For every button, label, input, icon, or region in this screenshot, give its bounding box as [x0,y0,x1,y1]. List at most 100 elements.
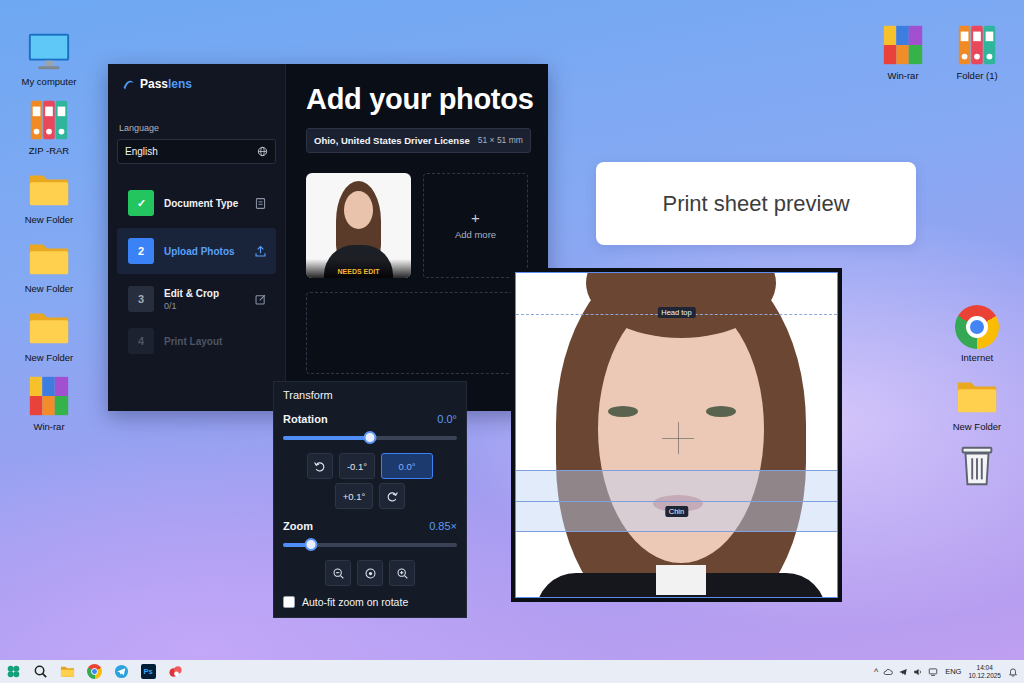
taskbar-app[interactable]: Ps [140,664,156,680]
desktop-icon[interactable] [938,442,1016,511]
zoom-reset-button[interactable] [357,560,383,586]
add-more-button[interactable]: +Add more [423,173,528,278]
desktop-icon-group: Internet New Folder [938,304,1016,511]
photo-card[interactable]: NEEDS EDIT [306,173,411,278]
zoom-out-button[interactable] [325,560,351,586]
monitor-icon [26,28,72,74]
speaker-icon[interactable] [913,667,923,677]
step-text: Upload Photos [164,246,244,257]
taskbar-app[interactable] [167,664,183,680]
taskbar: Ps ^ ENG 14:0410.12.2025 [0,660,1024,683]
step-label: Edit & Crop [164,288,244,299]
document-icon [254,197,267,210]
rotate-right-button[interactable] [379,483,405,509]
step-number: 3 [128,286,154,312]
telegram-tray-icon[interactable] [898,667,908,677]
step-item[interactable]: 2 Upload Photos [117,228,276,274]
photo[interactable]: Head topChin [515,272,838,598]
rotate-right-icon [386,490,399,503]
rotation-step-button[interactable]: +0.1° [335,483,374,509]
upload-icon [254,245,267,258]
taskbar-app[interactable] [59,664,75,680]
taskbar-app[interactable] [86,664,102,680]
chrome-core [91,668,98,675]
main-panel: Add your photosOhio, United States Drive… [286,64,548,411]
language-value: English [125,146,158,157]
desktop-icon[interactable]: New Folder [10,166,88,235]
document-name: Ohio, United States Driver License [314,135,470,146]
desktop-icon-group: My computerZIP -RARNew FolderNew FolderN… [10,28,88,442]
clock[interactable]: 14:0410.12.2025 [968,664,1001,679]
folder-icon [954,373,1000,419]
language-label: Language [117,123,276,133]
rotation-reset-button[interactable]: 0.0° [381,453,433,479]
step-item[interactable]: ✓Document Type [117,186,276,220]
taskbar-app[interactable] [113,664,129,680]
language-select[interactable]: English [117,139,276,164]
desktop-icon[interactable]: My computer [10,28,88,97]
autofit-checkbox-row[interactable]: Auto-fit zoom on rotate [283,596,457,608]
binders-icon [26,97,72,143]
autofit-checkbox[interactable] [283,596,295,608]
desktop-icon[interactable]: New Folder [10,235,88,304]
chrome-icon [955,305,999,349]
logo-swirl-icon [122,78,135,91]
zoom-in-button[interactable] [389,560,415,586]
taskbar-app[interactable] [5,664,21,680]
binders-icon [954,22,1000,68]
desktop-icon[interactable]: Win-rar [10,373,88,442]
chin-guide[interactable] [516,470,837,532]
desktop-icon[interactable]: New Folder [938,373,1016,442]
desktop-icon[interactable]: Win-rar [866,22,940,91]
start-icon [6,664,21,679]
step-progress: 0/1 [164,301,244,311]
desktop-icon-label: Internet [961,352,993,363]
zoom-slider[interactable] [283,538,457,552]
rotation-slider[interactable] [283,431,457,445]
slider-thumb[interactable] [304,538,317,551]
step-item[interactable]: 3 Edit & Crop 0/1 [117,282,276,316]
rotation-label: Rotation [283,413,328,425]
desktop-icon-label: New Folder [25,283,74,294]
sidebar: Passlens Language English ✓Document Type 2 Up… [108,64,286,411]
step-label: Document Type [164,198,244,209]
chin-line [516,501,837,502]
slider-thumb[interactable] [364,431,377,444]
desktop-icon[interactable]: New Folder [10,304,88,373]
logo-part: lens [168,77,192,91]
system-tray: ^ ENG 14:0410.12.2025 [874,664,1018,679]
rotate-left-button[interactable] [307,453,333,479]
step-number: 2 [128,238,154,264]
taskbar-app[interactable] [32,664,48,680]
add-more-label: Add more [455,229,496,240]
photo-grid: NEEDS EDIT+Add more [306,173,546,278]
desktop-canvas: My computerZIP -RARNew FolderNew FolderN… [0,0,1024,660]
desktop: My computerZIP -RARNew FolderNew FolderN… [0,0,1024,683]
slider-fill [283,436,370,440]
desktop-icon-label: Folder (1) [956,70,997,81]
bell-icon[interactable] [1008,667,1018,677]
input-language[interactable]: ENG [945,667,961,676]
rotation-step-button[interactable]: -0.1° [339,453,375,479]
desktop-icon[interactable]: ZIP -RAR [10,97,88,166]
archive-icon [26,373,72,419]
document-size: 51 × 51 mm [478,135,523,145]
network-icon[interactable] [928,667,938,677]
chrome-icon [87,664,102,679]
desktop-icon-label: New Folder [25,352,74,363]
tray-chevron[interactable]: ^ [874,667,878,677]
zoom-out-icon [332,567,345,580]
logo-text: Passlens [140,77,192,91]
zoom-reading: 0.85× [429,520,457,532]
desktop-icon[interactable]: Internet [938,304,1016,373]
desktop-icon[interactable]: Folder (1) [940,22,1014,91]
folder-icon [26,235,72,281]
drop-zone[interactable] [306,292,530,374]
logo: Passlens [117,77,276,91]
folder-icon [26,304,72,350]
archive-icon [880,22,926,68]
cloud-icon[interactable] [883,667,893,677]
step-item: 4Print Layout [117,324,276,358]
file-explorer-icon [60,664,75,679]
print-sheet-preview[interactable]: Print sheet preview [596,162,916,245]
